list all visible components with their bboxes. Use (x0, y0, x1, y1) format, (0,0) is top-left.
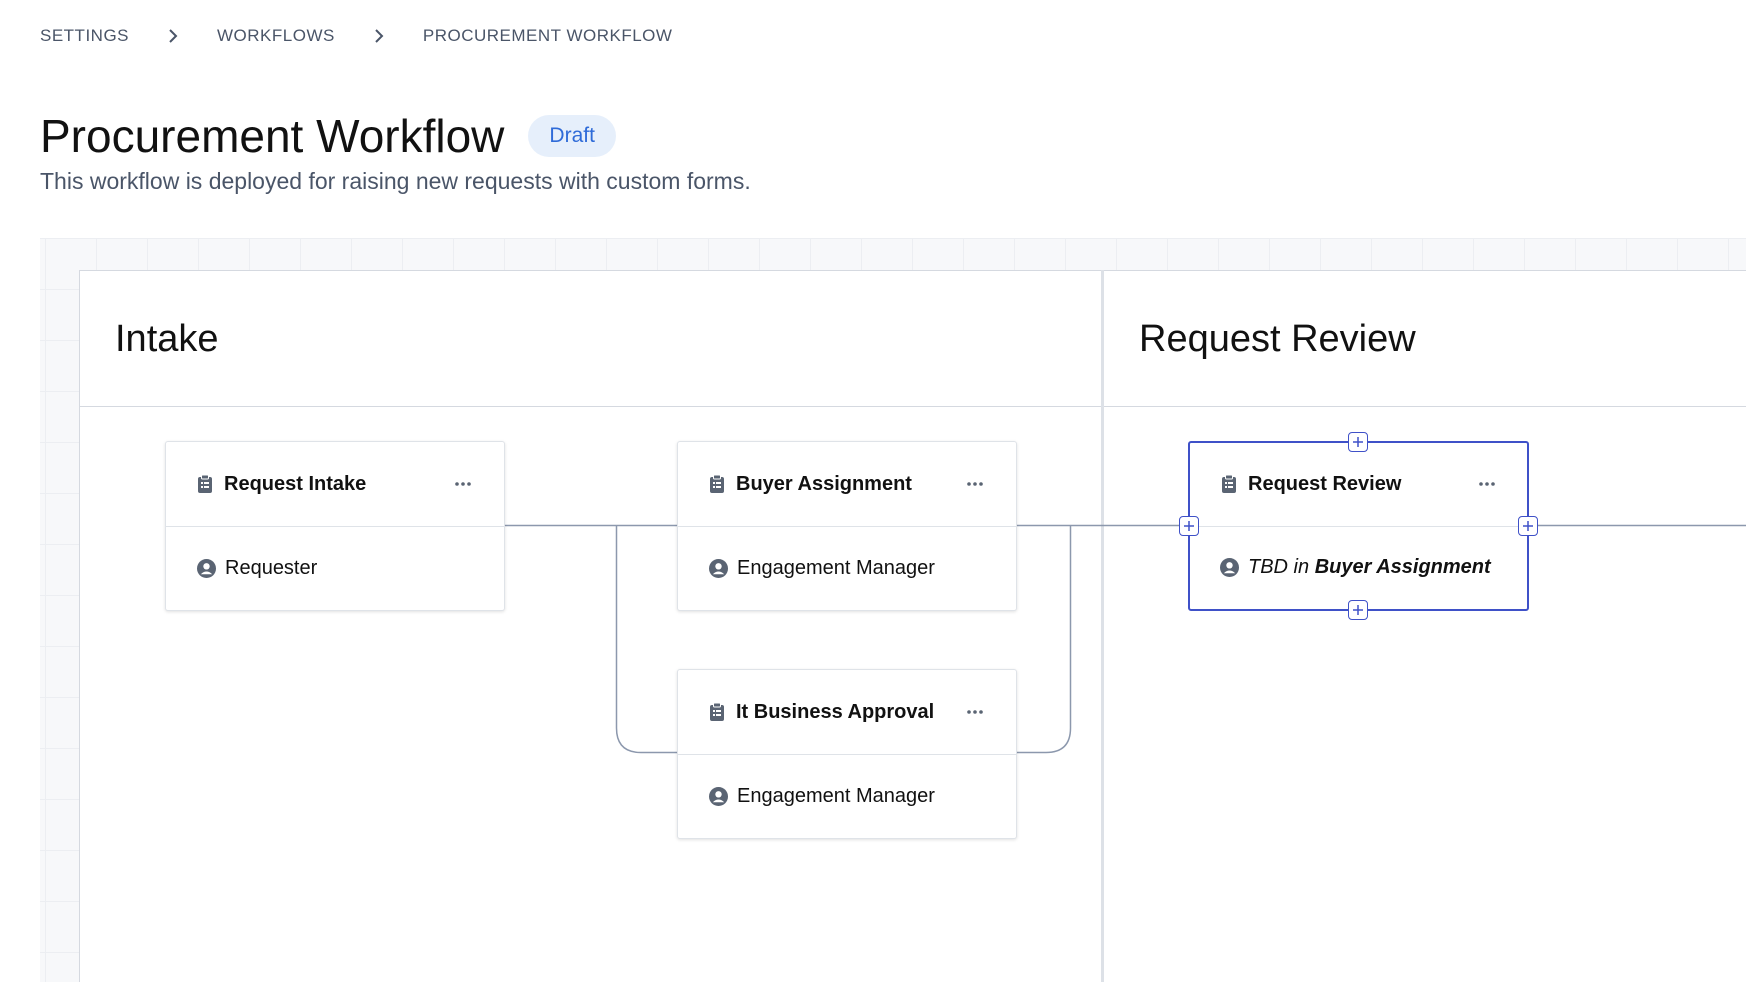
step-card-body: Requester (166, 526, 504, 610)
chevron-right-icon (129, 24, 217, 48)
step-card-request-review[interactable]: Request Review TBD in Buyer Assignment (1188, 441, 1529, 611)
add-step-below-button[interactable] (1348, 600, 1368, 620)
step-card-buyer-assignment[interactable]: Buyer Assignment Engagement Manager (677, 441, 1017, 611)
more-horizontal-icon[interactable] (452, 473, 474, 495)
breadcrumb: SETTINGS WORKFLOWS PROCUREMENT WORKFLOW (40, 24, 672, 48)
add-step-right-button[interactable] (1518, 516, 1538, 536)
step-card-body: Engagement Manager (678, 526, 1016, 610)
breadcrumb-procurement-workflow[interactable]: PROCUREMENT WORKFLOW (423, 26, 673, 46)
user-circle-icon (1220, 558, 1239, 577)
step-assignee: TBD in Buyer Assignment (1248, 556, 1491, 579)
breadcrumb-workflows[interactable]: WORKFLOWS (217, 26, 335, 46)
page-description: This workflow is deployed for raising ne… (40, 168, 751, 194)
step-title: It Business Approval (736, 700, 935, 723)
step-title: Request Intake (224, 472, 367, 495)
step-card-body: TBD in Buyer Assignment (1190, 526, 1527, 609)
breadcrumb-settings[interactable]: SETTINGS (40, 26, 129, 46)
stage-title-request-review: Request Review (1139, 318, 1416, 360)
plus-icon (1523, 521, 1533, 531)
chevron-right-icon (335, 24, 423, 48)
more-horizontal-icon[interactable] (964, 701, 986, 723)
step-title: Buyer Assignment (736, 472, 912, 495)
add-step-left-button[interactable] (1179, 516, 1199, 536)
stage-title-intake: Intake (115, 318, 219, 360)
step-assignee: Engagement Manager (737, 784, 935, 807)
more-horizontal-icon[interactable] (964, 473, 986, 495)
plus-icon (1353, 437, 1363, 447)
user-circle-icon (709, 786, 728, 806)
page-title: Procurement Workflow (40, 110, 505, 162)
step-card-it-business-approval[interactable]: It Business Approval Engagement Manager (677, 669, 1017, 839)
assignee-reference: Buyer Assignment (1314, 556, 1491, 578)
page-header: Procurement Workflow Draft (40, 108, 616, 164)
plus-icon (1184, 521, 1194, 531)
step-assignee: Engagement Manager (737, 556, 935, 579)
add-step-above-button[interactable] (1348, 432, 1368, 452)
clipboard-icon (709, 474, 727, 494)
step-card-body: Engagement Manager (678, 754, 1016, 838)
clipboard-icon (1221, 474, 1239, 494)
step-card-request-intake[interactable]: Request Intake Requester (165, 441, 505, 611)
workflow-editor-page: SETTINGS WORKFLOWS PROCUREMENT WORKFLOW … (0, 0, 1746, 982)
user-circle-icon (197, 558, 216, 578)
clipboard-icon (197, 474, 215, 494)
assignee-prefix: TBD in (1248, 556, 1310, 578)
stage-divider (1101, 270, 1104, 982)
more-horizontal-icon[interactable] (1476, 473, 1498, 495)
step-assignee: Requester (225, 556, 318, 579)
stage-header-intake (79, 270, 1103, 407)
status-badge: Draft (528, 115, 616, 157)
step-title: Request Review (1248, 472, 1402, 495)
user-circle-icon (709, 558, 728, 578)
clipboard-icon (709, 702, 727, 722)
plus-icon (1353, 605, 1363, 615)
